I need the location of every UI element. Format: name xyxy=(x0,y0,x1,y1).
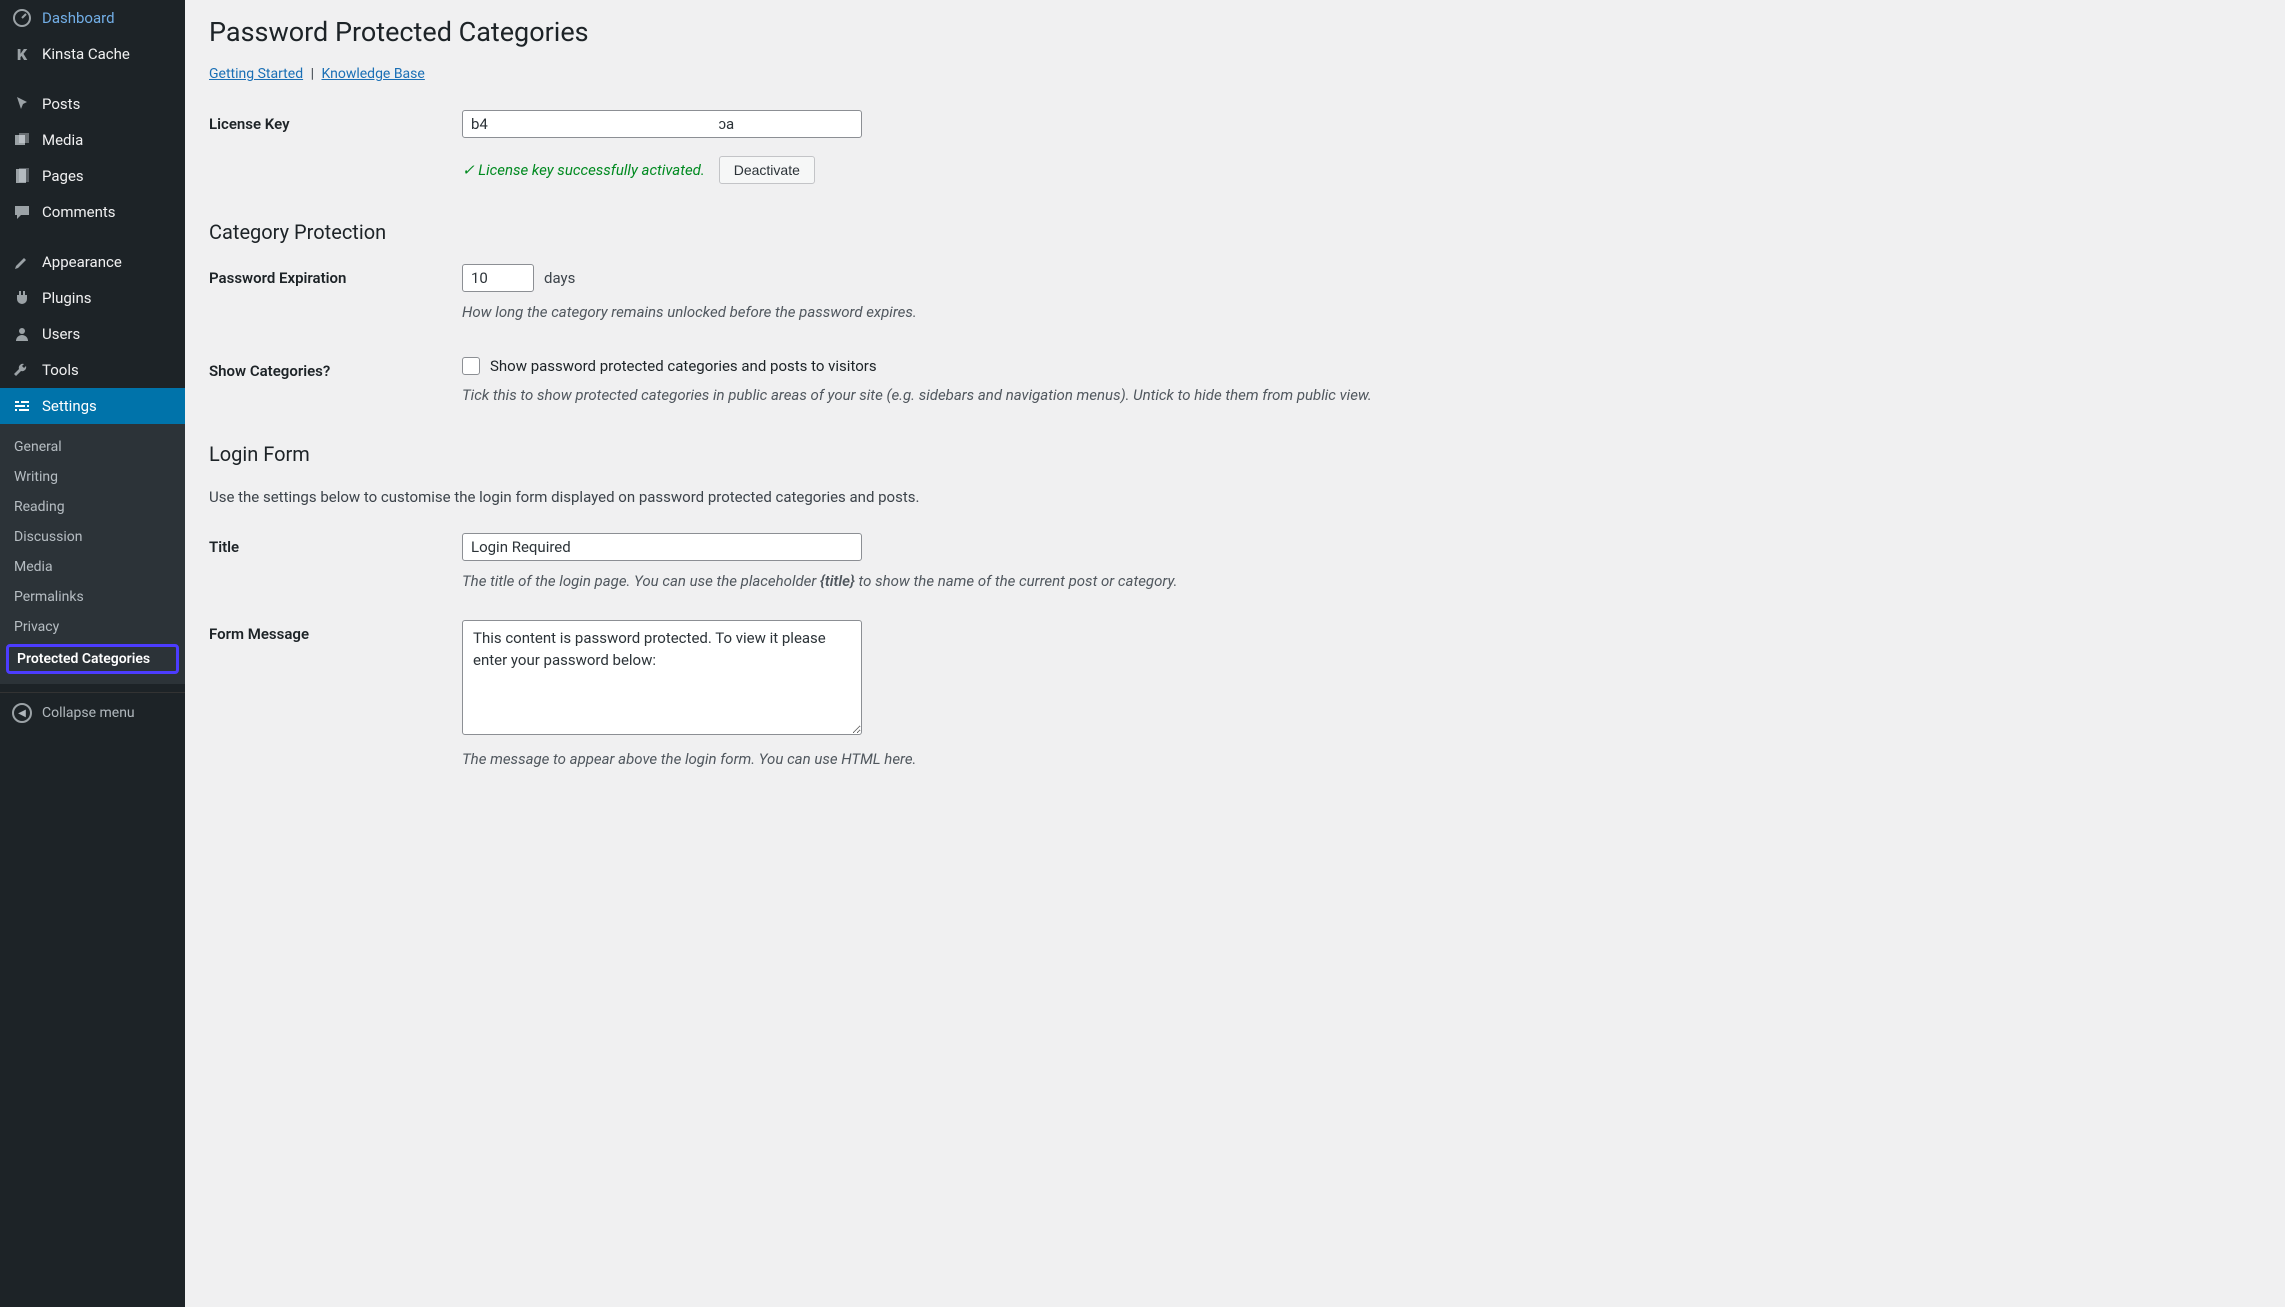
deactivate-button[interactable]: Deactivate xyxy=(719,156,815,184)
show-categories-desc: Tick this to show protected categories i… xyxy=(462,385,2261,406)
pages-icon xyxy=(12,166,32,186)
sidebar-item-tools[interactable]: Tools xyxy=(0,352,185,388)
sidebar-item-plugins[interactable]: Plugins xyxy=(0,280,185,316)
sidebar-item-comments[interactable]: Comments xyxy=(0,194,185,230)
show-categories-cb-label: Show password protected categories and p… xyxy=(490,357,877,375)
sidebar-label: Media xyxy=(42,131,83,149)
password-expiration-input[interactable] xyxy=(462,264,534,292)
pin-icon xyxy=(12,94,32,114)
section-login-form: Login Form xyxy=(209,442,2261,466)
submenu-item-permalinks[interactable]: Permalinks xyxy=(0,582,185,612)
link-knowledge-base[interactable]: Knowledge Base xyxy=(321,66,424,82)
help-links: Getting Started | Knowledge Base xyxy=(209,66,2261,82)
sidebar-label: Dashboard xyxy=(42,9,115,27)
sidebar-label: Kinsta Cache xyxy=(42,45,130,63)
login-form-intro: Use the settings below to customise the … xyxy=(209,486,2261,509)
collapse-menu[interactable]: ◀ Collapse menu xyxy=(0,692,185,733)
sidebar-label: Comments xyxy=(42,203,116,221)
settings-submenu: General Writing Reading Discussion Media… xyxy=(0,424,185,684)
user-icon xyxy=(12,324,32,344)
password-expiration-label: Password Expiration xyxy=(209,264,462,287)
main-content: Password Protected Categories Getting St… xyxy=(185,0,2285,1307)
page-title: Password Protected Categories xyxy=(209,16,2261,48)
submenu-item-privacy[interactable]: Privacy xyxy=(0,612,185,642)
link-getting-started[interactable]: Getting Started xyxy=(209,66,303,82)
submenu-item-discussion[interactable]: Discussion xyxy=(0,522,185,552)
sidebar-item-dashboard[interactable]: Dashboard xyxy=(0,0,185,36)
sidebar-item-posts[interactable]: Posts xyxy=(0,86,185,122)
license-key-input[interactable] xyxy=(462,110,862,138)
sidebar-item-appearance[interactable]: Appearance xyxy=(0,244,185,280)
comment-icon xyxy=(12,202,32,222)
sidebar-label: Users xyxy=(42,325,80,343)
brush-icon xyxy=(12,252,32,272)
sidebar-label: Pages xyxy=(42,167,84,185)
license-key-label: License Key xyxy=(209,110,462,133)
sidebar-label: Tools xyxy=(42,361,79,379)
admin-sidebar: Dashboard K Kinsta Cache Posts Media Pag… xyxy=(0,0,185,1307)
password-expiration-unit: days xyxy=(544,269,575,287)
submenu-item-reading[interactable]: Reading xyxy=(0,492,185,522)
sidebar-item-settings[interactable]: Settings xyxy=(0,388,185,424)
show-categories-label: Show Categories? xyxy=(209,357,462,380)
show-categories-checkbox[interactable] xyxy=(462,357,480,375)
plug-icon xyxy=(12,288,32,308)
wrench-icon xyxy=(12,360,32,380)
sidebar-label: Posts xyxy=(42,95,80,113)
submenu-item-writing[interactable]: Writing xyxy=(0,462,185,492)
sidebar-item-media[interactable]: Media xyxy=(0,122,185,158)
link-separator: | xyxy=(311,66,314,82)
kinsta-icon: K xyxy=(12,44,32,64)
sidebar-label: Appearance xyxy=(42,253,122,271)
dashboard-icon xyxy=(12,8,32,28)
sliders-icon xyxy=(12,396,32,416)
license-status: ✓ License key successfully activated. xyxy=(462,161,705,179)
password-expiration-desc: How long the category remains unlocked b… xyxy=(462,302,2261,323)
sidebar-item-pages[interactable]: Pages xyxy=(0,158,185,194)
sidebar-label: Plugins xyxy=(42,289,91,307)
login-title-label: Title xyxy=(209,533,462,556)
submenu-item-general[interactable]: General xyxy=(0,432,185,462)
collapse-icon: ◀ xyxy=(12,703,32,723)
login-title-input[interactable] xyxy=(462,533,862,561)
login-title-desc: The title of the login page. You can use… xyxy=(462,571,2261,592)
submenu-item-media[interactable]: Media xyxy=(0,552,185,582)
section-category-protection: Category Protection xyxy=(209,220,2261,244)
sidebar-item-users[interactable]: Users xyxy=(0,316,185,352)
collapse-label: Collapse menu xyxy=(42,705,135,721)
form-message-desc: The message to appear above the login fo… xyxy=(462,749,2261,770)
sidebar-item-kinsta-cache[interactable]: K Kinsta Cache xyxy=(0,36,185,72)
sidebar-label: Settings xyxy=(42,397,97,415)
media-icon xyxy=(12,130,32,150)
form-message-label: Form Message xyxy=(209,620,462,643)
form-message-textarea[interactable] xyxy=(462,620,862,735)
submenu-item-protected-categories[interactable]: Protected Categories xyxy=(6,644,179,674)
